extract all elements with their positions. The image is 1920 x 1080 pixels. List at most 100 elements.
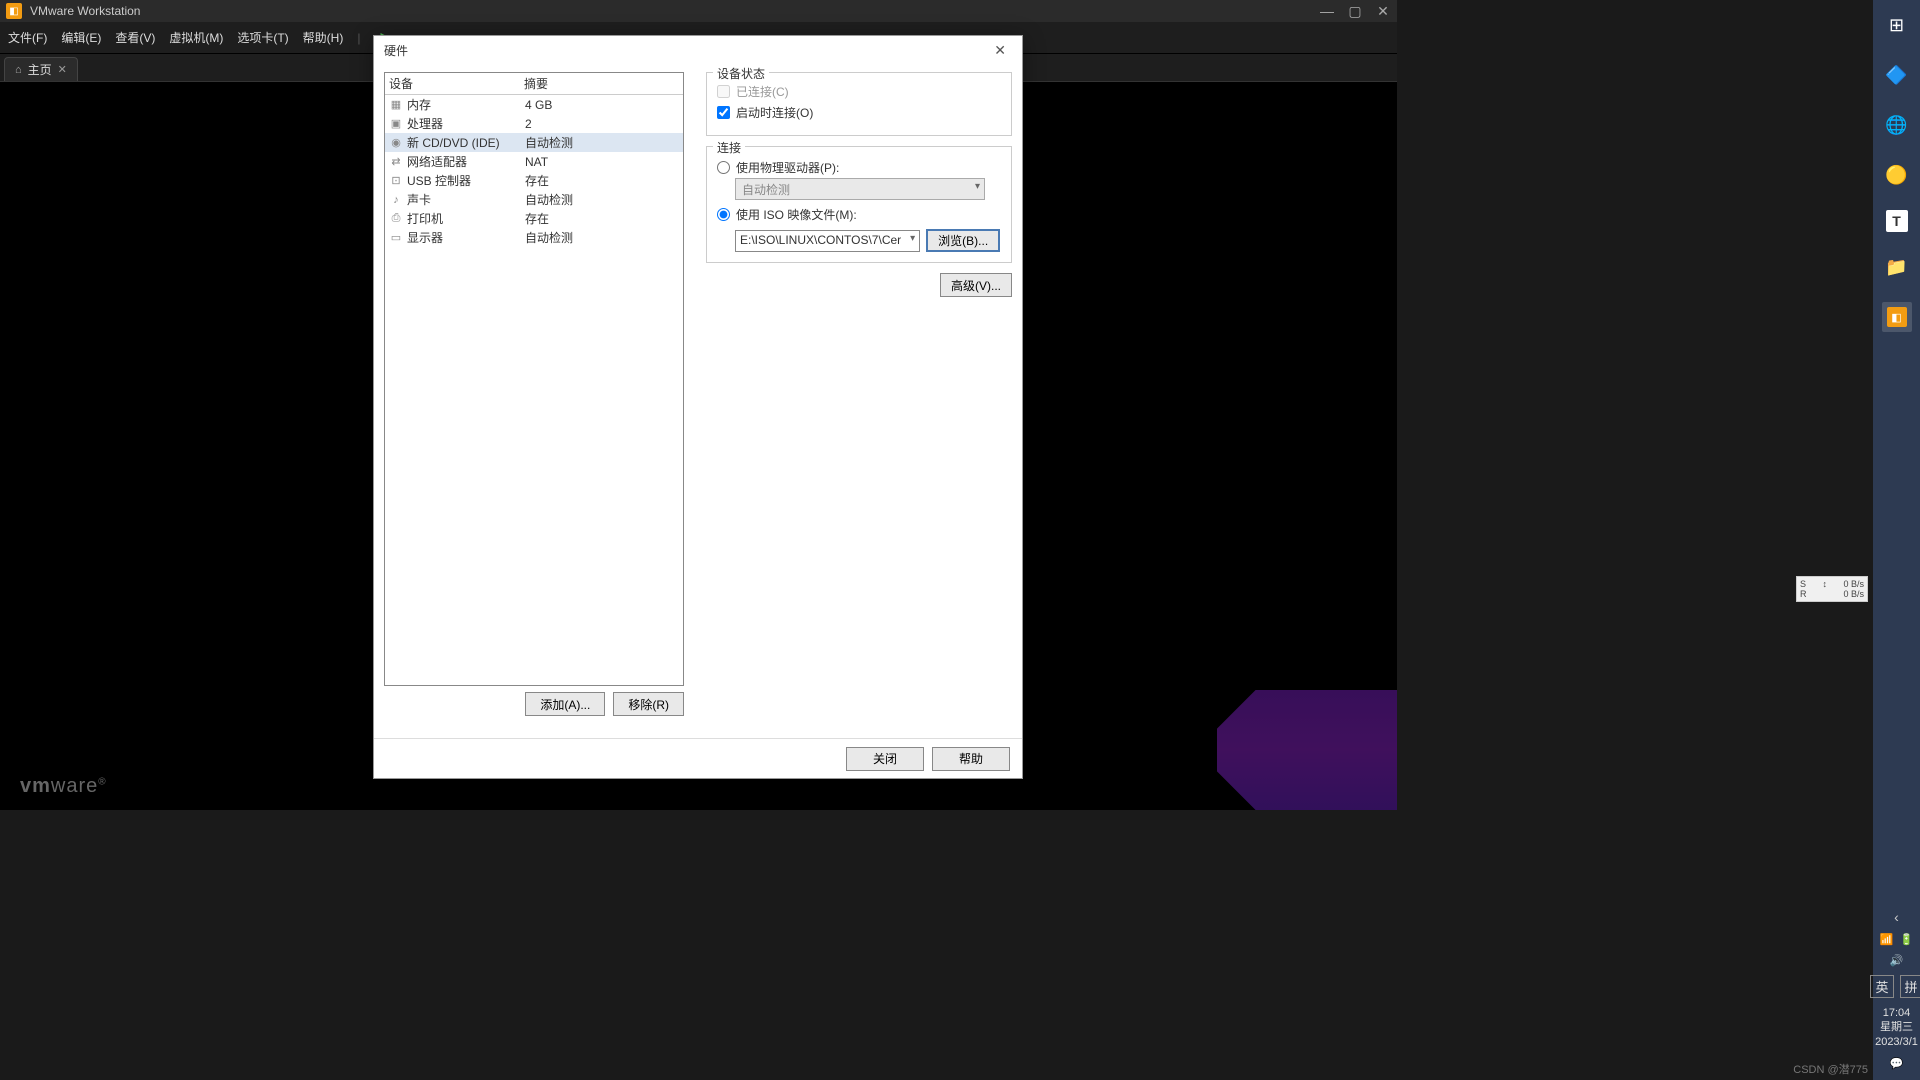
devices-col-device: 设备 — [389, 75, 524, 92]
decorative-corner — [1217, 690, 1397, 810]
menu-view[interactable]: 查看(V) — [115, 29, 155, 46]
device-name: 声卡 — [407, 191, 525, 208]
wifi-icon[interactable]: 📶 — [1880, 933, 1894, 946]
battery-icon[interactable]: 🔋 — [1900, 933, 1914, 946]
connect-on-start-checkbox[interactable] — [717, 106, 730, 119]
netspeed-widget: S ↕ 0 B/s R 0 B/s — [1796, 576, 1868, 602]
netspeed-s-value: 0 B/s — [1843, 579, 1864, 589]
minimize-button[interactable]: — — [1319, 3, 1335, 20]
tab-close-icon[interactable]: ✕ — [58, 63, 67, 76]
device-icon: ⊡ — [389, 174, 403, 188]
ime-lang[interactable]: 英 — [1870, 975, 1893, 998]
device-summary: NAT — [525, 155, 679, 169]
tab-home-label: 主页 — [28, 61, 52, 78]
start-icon[interactable]: ⊞ — [1882, 10, 1912, 40]
close-button[interactable]: ✕ — [1375, 3, 1391, 20]
use-iso-radio[interactable] — [717, 208, 730, 221]
device-summary: 存在 — [525, 172, 679, 189]
device-name: 打印机 — [407, 210, 525, 227]
device-icon: ⇄ — [389, 155, 403, 169]
device-icon: ⎙ — [389, 212, 403, 226]
device-row[interactable]: ◉新 CD/DVD (IDE)自动检测 — [385, 133, 683, 152]
clock-date: 2023/3/1 — [1875, 1035, 1918, 1049]
status-group-title: 设备状态 — [713, 65, 769, 82]
notifications-icon[interactable]: 💬 — [1890, 1057, 1904, 1070]
device-settings-panel: 设备状态 已连接(C) 启动时连接(O) 连接 使用物理驱动器(P): 自动检测 — [706, 72, 1012, 730]
use-iso-label: 使用 ISO 映像文件(M): — [736, 206, 857, 223]
dialog-close-icon[interactable]: ✕ — [988, 40, 1012, 61]
browse-button[interactable]: 浏览(B)... — [926, 229, 1000, 252]
text-icon[interactable]: T — [1886, 210, 1908, 232]
watermark: CSDN @潜775 — [1793, 1061, 1868, 1077]
maximize-button[interactable]: ▢ — [1347, 3, 1363, 20]
devices-panel: 设备 摘要 ▦内存4 GB ▣ 处理器2 ◉ 新 CD/DVD (IDE) 自动检测 ⇄网络… — [384, 72, 684, 686]
menu-file[interactable]: 文件(F) — [8, 29, 47, 46]
home-icon: ⌂ — [15, 64, 22, 76]
ime-mode[interactable]: 拼 — [1900, 975, 1920, 998]
device-icon: ♪ — [389, 193, 403, 207]
devices-list[interactable]: ▦内存4 GB ▣ 处理器2 ◉ 新 CD/DVD (IDE) 自动检测 ⇄网络适配器NAT… — [385, 95, 683, 685]
dialog-header: 硬件 ✕ — [374, 36, 1022, 64]
device-name: 显示器 — [407, 229, 525, 246]
device-summary: 2 — [525, 117, 679, 131]
device-summary: 自动检测 — [525, 229, 679, 246]
connection-group: 连接 使用物理驱动器(P): 自动检测 使用 ISO 映像文件(M): E:\I… — [706, 146, 1012, 263]
dialog-help-button[interactable]: 帮助 — [932, 747, 1010, 771]
netspeed-arrow: ↕ — [1823, 579, 1828, 589]
task-icon-1[interactable]: 🔷 — [1882, 60, 1912, 90]
device-icon: ▣ — [389, 117, 403, 131]
task-icon-orange[interactable]: 🟡 — [1882, 160, 1912, 190]
device-icon: ◉ — [389, 136, 403, 150]
hardware-dialog: 硬件 ✕ 设备 摘要 ▦内存4 GB ▣ 处理器2 ◉ 新 CD/DVD (IDE) 自动… — [373, 35, 1023, 779]
explorer-icon[interactable]: 📁 — [1882, 252, 1912, 282]
clock-time: 17:04 — [1875, 1006, 1918, 1020]
device-row[interactable]: ⎙打印机存在 — [385, 209, 683, 228]
connected-checkbox — [717, 85, 730, 98]
taskbar-clock[interactable]: 17:04 星期三 2023/3/1 — [1875, 1006, 1918, 1049]
menu-edit[interactable]: 编辑(E) — [61, 29, 101, 46]
dialog-title: 硬件 — [384, 42, 408, 59]
menu-tabs[interactable]: 选项卡(T) — [237, 29, 288, 46]
clock-weekday: 星期三 — [1875, 1020, 1918, 1034]
physical-drive-select: 自动检测 — [735, 178, 985, 200]
device-row[interactable]: ▦内存4 GB — [385, 95, 683, 114]
connect-on-start-label: 启动时连接(O) — [736, 104, 813, 121]
use-physical-radio[interactable] — [717, 161, 730, 174]
device-row[interactable]: ♪ 声卡自动检测 — [385, 190, 683, 209]
remove-device-button[interactable]: 移除(R) — [613, 692, 684, 716]
windows-taskbar: ⊞ 🔷 🌐 🟡 T 📁 ◧ ‹ 📶 🔋 🔊 英 拼 17:04 星期三 2023… — [1873, 0, 1920, 1080]
vmware-taskbar-icon[interactable]: ◧ — [1882, 302, 1912, 332]
device-name: USB 控制器 — [407, 172, 525, 189]
device-name: 新 CD/DVD (IDE) — [407, 134, 525, 151]
device-summary: 4 GB — [525, 98, 679, 112]
chrome-icon[interactable]: 🌐 — [1882, 110, 1912, 140]
advanced-button[interactable]: 高级(V)... — [940, 273, 1012, 297]
dialog-footer: 关闭 帮助 — [374, 738, 1022, 778]
volume-icon[interactable]: 🔊 — [1890, 954, 1904, 967]
device-icon: ▦ — [389, 98, 403, 112]
tab-home[interactable]: ⌂ 主页 ✕ — [4, 57, 78, 81]
device-row[interactable]: ⊡ USB 控制器存在 — [385, 171, 683, 190]
iso-path-combo[interactable]: E:\ISO\LINUX\CONTOS\7\Cer — [735, 230, 920, 252]
netspeed-r-value: 0 B/s — [1843, 589, 1864, 599]
vmware-logo: vmware® — [20, 775, 107, 798]
device-summary: 自动检测 — [525, 191, 679, 208]
device-row[interactable]: ▣ 处理器2 — [385, 114, 683, 133]
app-title: VMware Workstation — [30, 4, 140, 18]
add-device-button[interactable]: 添加(A)... — [525, 692, 605, 716]
device-row[interactable]: ⇄网络适配器NAT — [385, 152, 683, 171]
device-status-group: 设备状态 已连接(C) 启动时连接(O) — [706, 72, 1012, 136]
device-name: 处理器 — [407, 115, 525, 132]
use-physical-label: 使用物理驱动器(P): — [736, 159, 839, 176]
menu-help[interactable]: 帮助(H) — [303, 29, 344, 46]
systray-chevron-icon[interactable]: ‹ — [1894, 909, 1899, 925]
device-row[interactable]: ▭ 显示器自动检测 — [385, 228, 683, 247]
device-icon: ▭ — [389, 231, 403, 245]
connected-label: 已连接(C) — [736, 83, 789, 100]
devices-col-summary: 摘要 — [524, 75, 679, 92]
netspeed-r-label: R — [1800, 589, 1807, 599]
titlebar: ◧ VMware Workstation — ▢ ✕ — [0, 0, 1397, 22]
menu-vm[interactable]: 虚拟机(M) — [169, 29, 223, 46]
dialog-close-button[interactable]: 关闭 — [846, 747, 924, 771]
netspeed-s-label: S — [1800, 579, 1806, 589]
